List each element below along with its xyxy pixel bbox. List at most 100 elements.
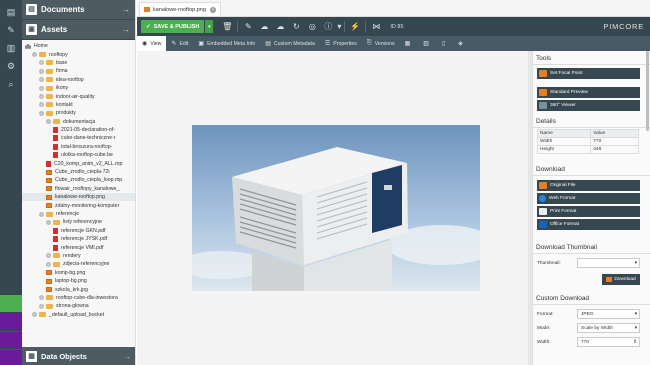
arrow-right-icon[interactable]: → [122, 25, 130, 34]
tree-item[interactable]: cube-dane-techniczne-r [22, 134, 135, 142]
tree-item[interactable]: ulotka-rooftop-cube.be [22, 151, 135, 159]
tree-item[interactable]: Cube_zrodlo_ciepla-72i [22, 168, 135, 176]
tree-item[interactable]: flowair_rooftopy_kanalowe_ [22, 185, 135, 193]
file-icon[interactable]: ▤ [5, 6, 17, 18]
tree-folder[interactable]: − referencje [22, 210, 135, 218]
tab-versions[interactable]: ⎘ Versions [362, 36, 400, 51]
tab-calendar[interactable]: ▦ [400, 36, 419, 51]
tree-folder[interactable]: − listy referencyjne [22, 218, 135, 226]
tree-item[interactable]: laptop-bg.png [22, 277, 135, 285]
tree-folder[interactable]: − produkty [22, 109, 135, 117]
expand-icon[interactable]: + [39, 102, 44, 108]
expand-icon[interactable]: + [46, 261, 51, 267]
tab-view[interactable]: ◉ View [137, 36, 167, 51]
tree-folder[interactable]: + _default_upload_bucket [22, 311, 135, 319]
tab-embedded-meta-info[interactable]: ▣ Embedded Meta Info [193, 36, 260, 51]
thumbnail-select[interactable]: ▾ [577, 258, 640, 268]
side-scrollbar[interactable] [646, 51, 649, 131]
expand-icon[interactable]: + [39, 295, 44, 301]
bolt-icon[interactable]: ⚡ [349, 21, 361, 33]
download-web-button[interactable]: Web Format [537, 193, 640, 204]
tree-item[interactable]: referencje VMI.pdf [22, 243, 135, 251]
tab-tag[interactable]: ◈ [453, 36, 471, 51]
collapse-icon[interactable]: − [39, 110, 44, 116]
viewer-360-button[interactable]: 360° Viewer [537, 100, 640, 111]
download-icon[interactable]: ☁ [274, 21, 286, 33]
tree-item[interactable]: komp-bg.png [22, 269, 135, 277]
search-icon[interactable]: ⌕ [5, 78, 17, 90]
tree-item[interactable]: C20_komp_anim_v2_ALL.mp [22, 159, 135, 167]
expand-icon[interactable]: + [39, 60, 44, 66]
download-print-button[interactable]: Print Format [537, 206, 640, 217]
tree-folder[interactable]: + indoor-air-quality [22, 92, 135, 100]
target-icon[interactable]: ◎ [306, 21, 318, 33]
tree-folder[interactable]: − dokumentacja [22, 118, 135, 126]
settings-icon[interactable]: ⚙ [5, 60, 17, 72]
tree-folder[interactable]: + strona-glowna [22, 302, 135, 310]
tab-properties[interactable]: ☰ Properties [320, 36, 362, 51]
tab-custom-metadata[interactable]: ▤ Custom Metadata [260, 36, 320, 51]
close-icon[interactable]: × [209, 6, 216, 13]
collapse-icon[interactable]: − [39, 211, 44, 217]
tree-item[interactable]: 2021-05-declaration-of- [22, 126, 135, 134]
download-original-button[interactable]: Original File [537, 180, 640, 191]
tree-item[interactable]: total-broszura-rooftop- [22, 143, 135, 151]
tree-item[interactable]: referencje JYSK.pdf [22, 235, 135, 243]
download-thumbnail-button[interactable]: Download [602, 274, 640, 285]
tree-folder[interactable]: + idea-rooftop [22, 76, 135, 84]
tree-item[interactable]: Cube_zrodlo_ciepla_loop.mp [22, 176, 135, 184]
tab-schedule[interactable]: ▥ [418, 36, 437, 51]
tree-item[interactable]: zdalny-monitoring-komputer [22, 201, 135, 209]
mode-select[interactable]: Scale by Width ▾ [577, 323, 640, 333]
expand-icon[interactable]: + [39, 77, 44, 83]
share-icon[interactable]: ⋈ [370, 21, 382, 33]
tree-item[interactable]: szkola_krk.jpg [22, 285, 135, 293]
assets-header[interactable]: ▣ Assets → [22, 20, 135, 40]
set-focal-point-button[interactable]: Set Focal Point [537, 68, 640, 79]
marketing-icon[interactable]: ▥ [5, 42, 17, 54]
avatar[interactable] [0, 313, 22, 330]
upload-icon[interactable]: ☁ [258, 21, 270, 33]
expand-icon[interactable]: + [32, 312, 37, 318]
standard-preview-button[interactable]: Standard Preview [537, 87, 640, 98]
reload-icon[interactable]: ↻ [290, 21, 302, 33]
data-objects-header[interactable]: ▦ Data Objects → [22, 347, 135, 365]
tree-folder[interactable]: + firma [22, 67, 135, 75]
tree-folder[interactable]: + zdjecia-referencyjne [22, 260, 135, 268]
expand-icon[interactable]: + [39, 68, 44, 74]
pencil-icon[interactable]: ✎ [242, 21, 254, 33]
tree-folder[interactable]: + base [22, 59, 135, 67]
tab-edit[interactable]: ✎ Edit [166, 36, 193, 51]
tree-folder[interactable]: + rendery [22, 252, 135, 260]
notifications-icon[interactable] [0, 295, 22, 312]
documents-header[interactable]: ▤ Documents → [22, 0, 135, 20]
tab-kanalowe-rooftop[interactable]: kanalowe-rooftop.png × [139, 2, 221, 16]
collapse-icon[interactable]: − [46, 119, 51, 125]
width-input[interactable]: 770 ⇕ [577, 337, 640, 347]
collapse-icon[interactable]: − [32, 52, 37, 58]
tree-folder[interactable]: + rooftop-cube-dla-inwestora [22, 294, 135, 302]
tab-notes[interactable]: ▯ [437, 36, 453, 51]
info-icon[interactable]: ⓘ [322, 21, 334, 33]
format-select[interactable]: JPEG ▾ [577, 309, 640, 319]
tree-item[interactable]: referencje GKN.pdf [22, 227, 135, 235]
expand-icon[interactable]: + [39, 303, 44, 309]
tree-home[interactable]: Home [22, 42, 135, 50]
arrow-right-icon[interactable]: → [124, 352, 132, 361]
collapse-icon[interactable]: − [46, 219, 51, 225]
tree-folder[interactable]: + kontakt [22, 101, 135, 109]
tools-icon[interactable]: ✎ [5, 24, 17, 36]
stepper-icon[interactable]: ⇕ [633, 340, 637, 345]
tree-folder[interactable]: − rooftopy [22, 50, 135, 58]
expand-icon[interactable]: + [46, 253, 51, 259]
chevron-down-icon[interactable]: ▾ [336, 21, 342, 33]
trash-icon[interactable]: 🗑 [221, 21, 233, 33]
save-dropdown-button[interactable]: ▾ [205, 20, 214, 33]
expand-icon[interactable]: + [39, 94, 44, 100]
save-publish-button[interactable]: ✓ SAVE & PUBLISH [141, 20, 205, 33]
tree-folder[interactable]: + ikony [22, 84, 135, 92]
download-office-button[interactable]: Office Format [537, 219, 640, 230]
arrow-right-icon[interactable]: → [122, 5, 130, 14]
apps-icon[interactable] [0, 331, 22, 348]
expand-icon[interactable]: + [39, 85, 44, 91]
